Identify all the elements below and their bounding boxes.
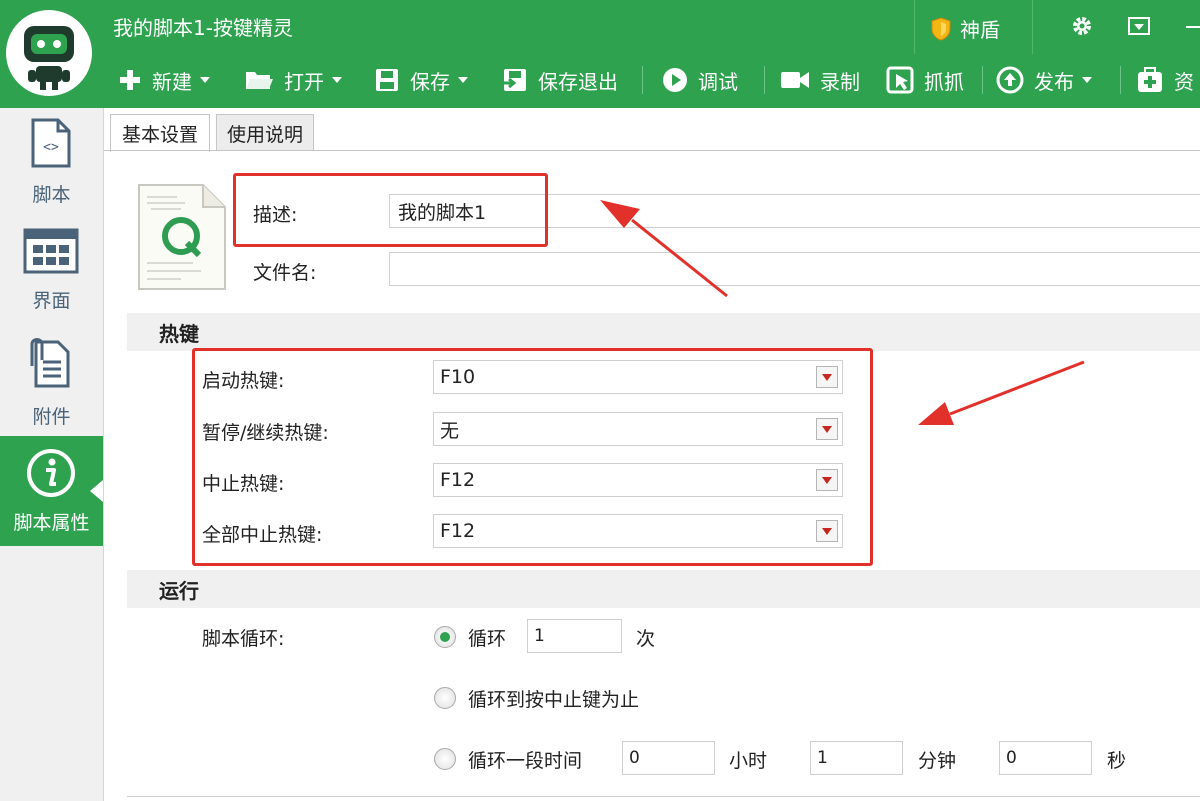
annotation-arrows	[600, 200, 1085, 425]
annotation-arrow	[918, 360, 1085, 425]
annotation-arrow	[600, 200, 728, 298]
